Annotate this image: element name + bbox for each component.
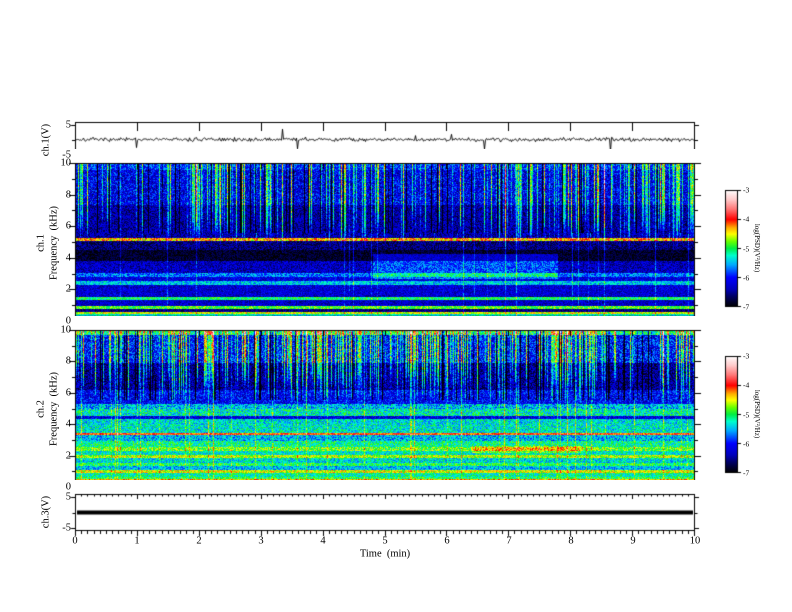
cb2-tick-label: -4 — [743, 380, 750, 390]
cb1-tick-label: -5 — [743, 244, 750, 253]
cb1-tick-label: -4 — [743, 214, 750, 224]
ch1-spectrogram-channel-label: ch.1 — [35, 234, 47, 252]
x-tick-label: 6 — [444, 535, 450, 547]
ch3-waveform-ylabel: ch.3(V) — [40, 495, 52, 529]
x-tick-label: 8 — [568, 535, 574, 547]
ch1-waveform-ytick-label: 5 — [65, 119, 71, 130]
x-tick-label: 7 — [506, 535, 512, 547]
x-tick-label: 5 — [382, 535, 388, 547]
ch2-spectrogram-channel-label: ch.2 — [35, 400, 47, 418]
cb2-tick-label: -5 — [743, 410, 750, 419]
x-tick-label: 0 — [72, 535, 78, 547]
ch1-spectrogram-ytick-label: 4 — [65, 252, 71, 264]
ch2-spectrogram-ytick-label: 10 — [60, 324, 72, 336]
colorbar-ch2-label: log(PSD)(V²/Hz) — [753, 389, 761, 439]
cb1-tick-label: -6 — [743, 273, 750, 283]
ch1-waveform-ylabel: ch.1(V) — [40, 123, 52, 157]
x-tick-label: 10 — [689, 535, 701, 547]
x-tick-label: 2 — [196, 535, 202, 547]
x-tick-label: 3 — [258, 535, 264, 547]
ch3-waveform-ytick-label: 5 — [65, 491, 71, 503]
cb1-tick-label: -3 — [743, 185, 750, 195]
cb1-tick-label: -7 — [743, 302, 750, 312]
x-tick-label: 1 — [134, 535, 140, 547]
ch2-spectrogram-ytick-label: 4 — [65, 418, 71, 430]
x-tick-label: 4 — [320, 535, 326, 547]
cb2-tick-label: -6 — [743, 439, 750, 449]
x-tick-label: 9 — [630, 535, 636, 547]
ch1-spectrogram-plot — [61, 149, 709, 336]
colorbar-ch1-label: log(PSD)(V²/Hz) — [753, 223, 761, 273]
ch2-spectrogram-plot — [61, 316, 709, 502]
cb2-tick-label: -7 — [743, 468, 750, 478]
ch1-spectrogram-ytick-label: 10 — [60, 157, 72, 169]
ch1-spectrogram-ytick-label: 6 — [65, 220, 71, 232]
vlf-spectra-figure: VLF Spectra Nov.11, 2025 station= ATH st… — [0, 0, 792, 612]
ch2-spectrogram-ylabel: Frequency (kHz) — [48, 371, 60, 447]
x-axis-title: Time (min) — [359, 548, 411, 560]
cb2-tick-label: -3 — [743, 351, 750, 361]
ch1-spectrogram-ylabel: Frequency (kHz) — [48, 205, 60, 281]
ch1-spectrogram-ytick-label: 2 — [65, 283, 71, 295]
ch3-waveform-ytick-label: -5 — [62, 522, 71, 534]
ch2-spectrogram-ytick-label: 8 — [65, 355, 71, 367]
ch1-spectrogram-ytick-label: 8 — [65, 189, 71, 201]
ch2-spectrogram-ytick-label: 2 — [65, 450, 71, 462]
ch2-spectrogram-ytick-label: 6 — [65, 387, 71, 399]
